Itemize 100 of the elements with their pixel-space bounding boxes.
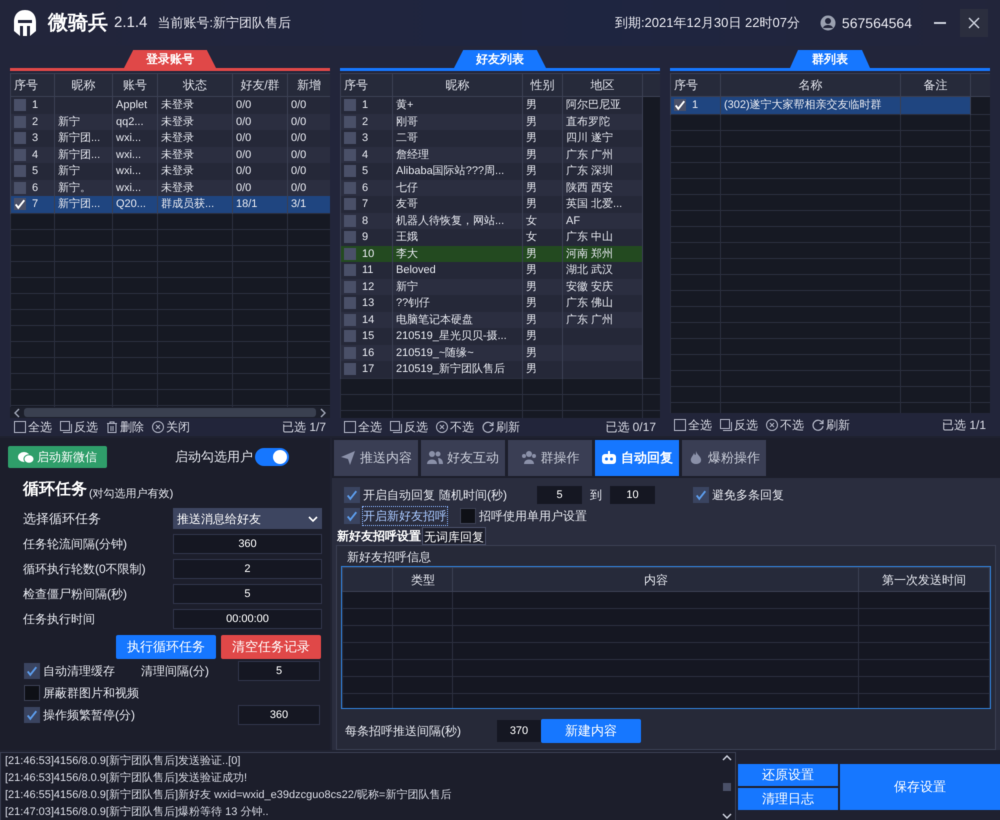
column-header: 昵称 [392,74,522,96]
column-header: 名称 [720,74,900,96]
table-cell: 新宁团... [58,198,100,210]
action-button[interactable]: 不选 [436,418,474,436]
chevron-down-icon[interactable] [722,813,732,819]
input-field[interactable]: 370 [497,720,541,742]
table-row[interactable]: 1 (302)遂宁大家帮相亲交友临时群 [670,96,990,114]
checkbox[interactable] [344,198,356,210]
trash-icon [106,421,118,433]
table-row[interactable]: 4 新宁团... wxi... 未登录 0/0 0/0 [10,146,330,163]
checkbox[interactable] [344,182,356,194]
checkbox[interactable] [14,132,26,144]
action-button[interactable]: 删除 [106,418,144,436]
task-dropdown[interactable]: 推送消息给好友 [172,508,322,529]
action-button[interactable]: 全选 [14,418,52,436]
clear-log-button[interactable]: 清理日志 [738,788,838,810]
action-button[interactable]: 刷新 [482,418,520,436]
action-button[interactable]: 全选 [344,418,382,436]
checkbox[interactable] [344,330,356,342]
checkbox[interactable] [24,707,40,723]
checkbox[interactable] [344,231,356,244]
table-row[interactable]: 5 新宁 wxi... 未登录 0/0 0/0 [10,163,330,180]
checkbox[interactable] [14,148,26,161]
input-field[interactable]: 2 [172,559,322,579]
input-field[interactable]: 10 [610,486,655,504]
table-cell: 广东 广州 [566,314,614,326]
input-field[interactable]: 5 [537,486,582,504]
table-cell: 广东 佛山 [566,297,614,309]
action-button[interactable]: 关闭 [152,418,190,436]
new-content-button[interactable]: 新建内容 [541,719,641,743]
panel-tab[interactable]: 群列表 [790,50,870,68]
row-number: 14 [362,312,374,328]
checkbox[interactable] [14,99,26,112]
checkbox[interactable] [344,148,356,161]
horizontal-scrollbar[interactable] [10,407,330,418]
input-field[interactable]: 5 [172,584,322,604]
toggle-switch[interactable] [255,448,289,466]
input-field[interactable]: 5 [238,661,320,681]
checkbox[interactable] [344,297,356,310]
chevron-right-icon[interactable] [320,408,326,418]
checkbox[interactable] [344,264,356,276]
action-button[interactable]: 不选 [766,416,804,434]
checkbox[interactable] [24,685,40,701]
table-row[interactable]: 6 新宁。 wxi... 未登录 0/0 0/0 [10,180,330,196]
checkbox[interactable] [344,363,356,376]
subtab[interactable]: 无词库回复 [422,527,486,545]
checkbox[interactable] [344,248,356,260]
action-button[interactable]: 反选 [60,418,98,436]
action-button[interactable]: 反选 [720,416,758,434]
panel-tab[interactable]: 登录账号 [124,50,216,68]
table-cell: qq2... [116,116,144,128]
tab[interactable]: 自动回复 [595,440,679,476]
checkbox[interactable] [344,280,356,293]
tab[interactable]: 好友互动 [421,440,505,476]
table-row[interactable]: 17 210519_新宁团队售后 男 [340,361,660,378]
restore-settings-button[interactable]: 还原设置 [738,764,838,786]
chevron-up-icon[interactable] [722,755,732,761]
checkbox[interactable] [344,214,356,227]
checkbox[interactable] [344,165,356,178]
clear-records-button[interactable]: 清空任务记录 [221,635,321,659]
checkbox[interactable] [460,508,476,524]
input-field[interactable]: 360 [172,534,322,554]
input-field[interactable]: 00:00:00 [172,609,322,629]
action-button[interactable]: 反选 [390,418,428,436]
close-button[interactable] [960,9,988,37]
table-row[interactable]: 1 Applet 未登录 0/0 0/0 [10,96,330,114]
checkbox[interactable] [344,508,360,524]
input-field[interactable]: 360 [238,705,320,725]
checkbox[interactable] [344,99,356,112]
log-line: [21:47:03]4156/8.0.9[新宁团队售后]爆粉等待 13 分钟.. [5,804,270,820]
checkbox[interactable] [344,487,360,503]
column-header: 类型 [392,568,453,592]
tab[interactable]: 群操作 [508,440,592,476]
table-row[interactable]: 7 新宁团... Q20... 群成员获... 18/1 3/1 [10,196,330,213]
save-settings-button[interactable]: 保存设置 [840,764,1000,810]
action-button[interactable]: 全选 [674,416,712,434]
action-button[interactable]: 刷新 [812,416,850,434]
chevron-left-icon[interactable] [14,408,20,418]
table-row[interactable]: 1 黄+ 男 阿尔巴尼亚 [340,96,660,114]
tab[interactable]: 推送内容 [334,440,418,476]
checkbox[interactable] [14,182,26,194]
tab[interactable]: 爆粉操作 [682,440,766,476]
checkbox[interactable] [344,116,356,128]
table-row[interactable]: 3 新宁团... wxi... 未登录 0/0 0/0 [10,130,330,146]
checkbox[interactable] [344,346,356,359]
scrollbar-thumb[interactable] [723,783,731,791]
checkbox[interactable] [344,314,356,326]
table-cell: 未登录 [161,132,194,144]
checkbox[interactable] [24,663,40,679]
checkbox[interactable] [693,487,709,503]
checkbox[interactable] [344,132,356,144]
table-row[interactable]: 2 新宁 qq2... 未登录 0/0 0/0 [10,114,330,130]
refresh-icon [812,418,824,431]
checkbox[interactable] [14,165,26,178]
subtab[interactable]: 新好友招呼设置 [336,527,422,545]
checkbox[interactable] [14,116,26,128]
run-task-button[interactable]: 执行循环任务 [116,635,216,659]
panel-tab[interactable]: 好友列表 [454,50,546,68]
section-title: 循环任务 [23,480,87,500]
helmet-logo-icon [12,9,38,37]
